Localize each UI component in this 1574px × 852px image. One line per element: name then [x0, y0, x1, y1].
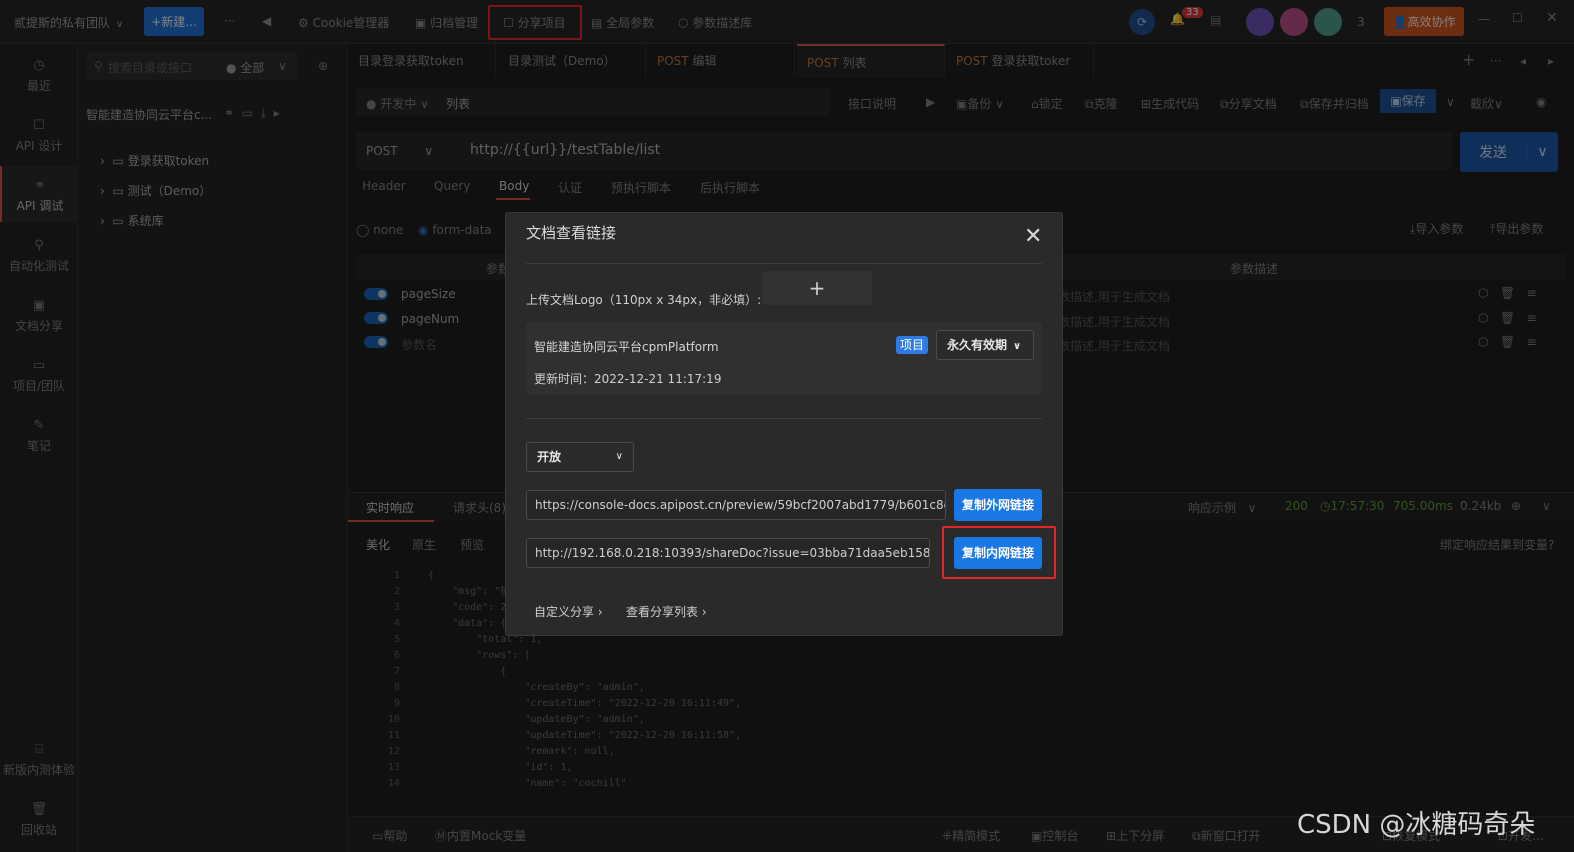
logo-label: 上传文档Logo（110px x 34px，非必填）:: [526, 293, 762, 307]
copy-external-button[interactable]: 复制外网链接: [954, 489, 1042, 521]
share-list-link[interactable]: 查看分享列表 ›: [626, 603, 707, 620]
visibility-select[interactable]: 开放 ∨: [526, 442, 634, 472]
share-link-dialog: 文档查看链接 ✕ 上传文档Logo（110px x 34px，非必填）: + 智…: [505, 212, 1063, 636]
chevron-down-icon: ∨: [615, 451, 623, 462]
divider: [526, 418, 1042, 419]
expire-select[interactable]: 永久有效期 ∨: [936, 330, 1034, 360]
watermark: CSDN @冰糖码奇朵: [1297, 810, 1536, 840]
close-icon[interactable]: ✕: [1024, 223, 1042, 251]
internal-link-input[interactable]: http://192.168.0.218:10393/shareDoc?issu…: [526, 538, 930, 568]
chevron-down-icon: ∨: [1013, 341, 1022, 352]
dialog-title: 文档查看链接: [526, 224, 617, 242]
project-info-card: 智能建造协同云平台cpmPlatform 项目 永久有效期 ∨ 更新时间：2022…: [526, 322, 1042, 395]
upload-logo-button[interactable]: +: [762, 271, 872, 305]
update-time: 更新时间：2022-12-21 11:17:19: [534, 372, 722, 386]
plus-icon: +: [808, 276, 826, 300]
custom-share-link[interactable]: 自定义分享 ›: [534, 603, 603, 620]
project-badge: 项目: [896, 336, 928, 354]
external-link-input[interactable]: https://console-docs.apipost.cn/preview/…: [526, 490, 946, 520]
divider: [526, 263, 1042, 264]
project-name: 智能建造协同云平台cpmPlatform: [534, 340, 719, 354]
highlight-box: [942, 526, 1056, 579]
